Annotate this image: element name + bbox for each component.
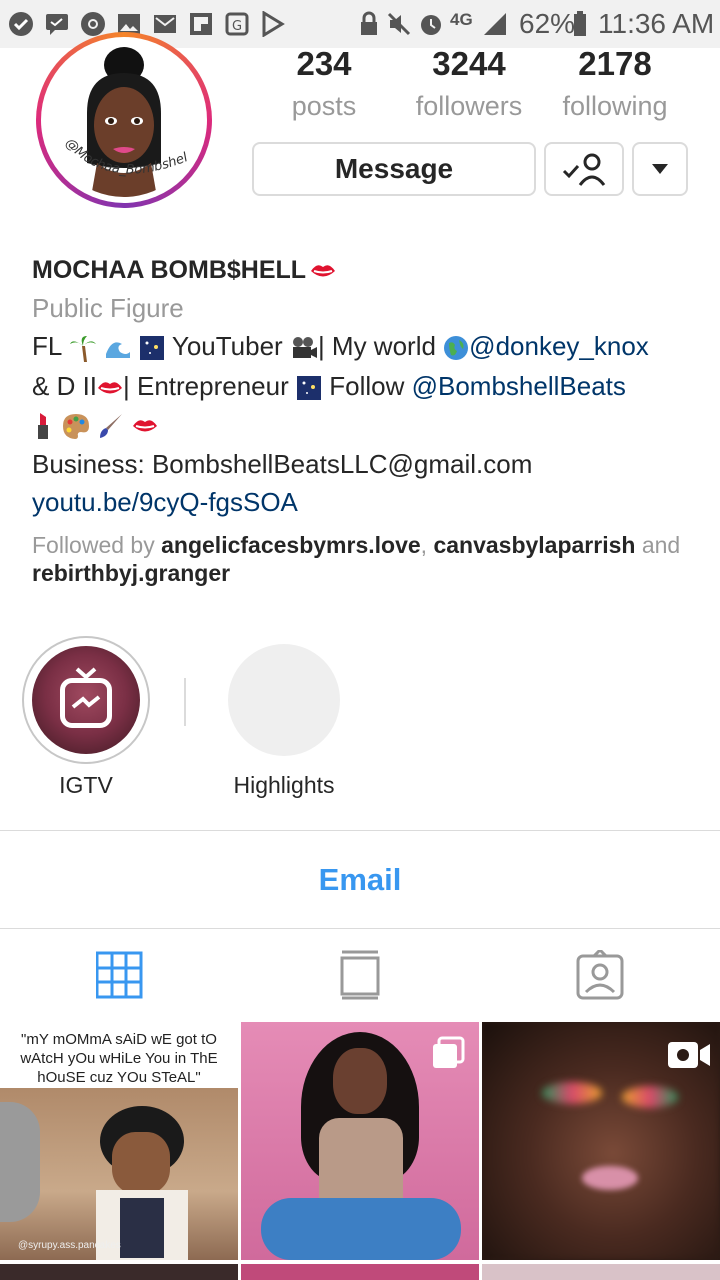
posts-count: 234 xyxy=(296,45,352,82)
stat-posts[interactable]: 234 posts xyxy=(249,44,399,128)
highlights-label: Highlights xyxy=(233,772,335,798)
alarm-icon xyxy=(421,15,441,35)
bio-line-2: & D II | Entrepreneur Follow @BombshellBe… xyxy=(32,371,626,401)
avatar-art: @Mochaa_Bombshell xyxy=(47,43,190,197)
highlight-placeholder[interactable] xyxy=(228,644,340,756)
follower-name: canvasbylaparrish xyxy=(433,532,636,558)
clock: 11:36 AM xyxy=(598,8,715,39)
battery-icon xyxy=(574,11,586,36)
network-type: 4G xyxy=(450,10,473,29)
post-thumbnail[interactable] xyxy=(482,1022,720,1260)
followed-by[interactable]: Followed by angelicfacesbymrs.love, canv… xyxy=(32,531,692,587)
bio-line-3-emojis xyxy=(32,405,158,443)
stat-followers[interactable]: 3244 followers xyxy=(394,44,544,128)
app-icon: G xyxy=(225,12,249,36)
profile-website-link[interactable]: youtu.be/9cyQ-fgsSOA xyxy=(32,483,298,521)
signal-icon xyxy=(484,13,506,35)
message-icon xyxy=(46,14,68,35)
play-store-icon xyxy=(262,11,285,37)
carousel-icon xyxy=(433,1036,465,1068)
post-thumbnail[interactable] xyxy=(482,1264,720,1280)
post-thumbnail[interactable] xyxy=(241,1022,479,1260)
message-button[interactable]: Message xyxy=(252,142,536,196)
globe-emoji-icon xyxy=(444,336,469,361)
post-caption-text: "mY mOMmA sAiD wE got tO wAtcH yOu wHiLe… xyxy=(20,1031,218,1086)
night-sky-emoji-icon xyxy=(297,376,321,401)
highlight-igtv-label: IGTV xyxy=(59,772,113,798)
check-circle-icon xyxy=(9,12,33,36)
svg-text:G: G xyxy=(232,19,242,34)
avatar-illustration: @Mochaa_Bombshell xyxy=(47,43,201,197)
followers-count: 3244 xyxy=(432,45,506,82)
igtv-icon xyxy=(60,667,112,728)
chrome-icon xyxy=(81,12,105,36)
follower-name: angelicfacesbymrs.love xyxy=(161,532,421,558)
mute-icon xyxy=(387,12,411,36)
post-thumbnail[interactable] xyxy=(0,1264,238,1280)
profile-category: Public Figure xyxy=(32,293,184,323)
palm-tree-emoji-icon xyxy=(69,336,96,363)
divider xyxy=(0,830,720,831)
profile-avatar[interactable]: @Mochaa_Bombshell xyxy=(36,32,212,208)
post-thumbnail[interactable]: "mY mOMmA sAiD wE got tO wAtcH yOu wHiLe… xyxy=(0,1022,238,1260)
post-thumbnail[interactable] xyxy=(241,1264,479,1280)
email-button[interactable]: Email xyxy=(0,832,720,928)
posts-label: posts xyxy=(291,91,357,121)
mention-donkey-knox[interactable]: @donkey_knox xyxy=(469,331,649,361)
bio-business-email: Business: BombshellBeatsLLC@gmail.com xyxy=(32,449,533,479)
feed-icon[interactable] xyxy=(336,950,384,1000)
following-label: following xyxy=(562,91,668,121)
stat-following[interactable]: 2178 following xyxy=(540,44,690,128)
palette-emoji-icon xyxy=(63,414,90,440)
grid-icon[interactable] xyxy=(96,950,144,1000)
lips-emoji-icon xyxy=(311,265,336,277)
lips-emoji-icon xyxy=(98,382,123,394)
lipstick-emoji-icon xyxy=(38,413,48,440)
paintbrush-emoji-icon xyxy=(100,414,123,439)
mention-bombshellbeats[interactable]: @BombshellBeats xyxy=(412,371,626,401)
follower-name: rebirthbyj.granger xyxy=(32,560,231,586)
profile-name: MOCHAA BOMB$HELL xyxy=(32,251,336,289)
triangle-down-icon xyxy=(652,164,668,174)
night-sky-emoji-icon xyxy=(140,336,165,361)
flipboard-icon xyxy=(190,13,212,35)
post-watermark: @syrupy.ass.pancakes xyxy=(18,1240,121,1251)
bio-line-1: FL YouTuber | My world @donkey_knox xyxy=(32,331,649,363)
lips-emoji-icon xyxy=(132,420,157,432)
video-camera-icon xyxy=(668,1042,710,1068)
highlight-igtv[interactable] xyxy=(22,636,150,764)
followers-label: followers xyxy=(415,91,523,121)
lock-icon xyxy=(361,11,377,35)
tagged-icon[interactable] xyxy=(576,950,624,1000)
following-count: 2178 xyxy=(578,45,652,82)
film-camera-emoji-icon xyxy=(292,337,317,359)
user-check-icon xyxy=(562,153,606,186)
wave-emoji-icon xyxy=(105,342,130,359)
battery-percent: 62% xyxy=(519,8,576,39)
suggested-dropdown-button[interactable] xyxy=(632,142,688,196)
following-status-button[interactable] xyxy=(544,142,624,196)
divider xyxy=(0,928,720,929)
mail-icon xyxy=(154,15,176,33)
highlights-divider xyxy=(184,678,186,726)
